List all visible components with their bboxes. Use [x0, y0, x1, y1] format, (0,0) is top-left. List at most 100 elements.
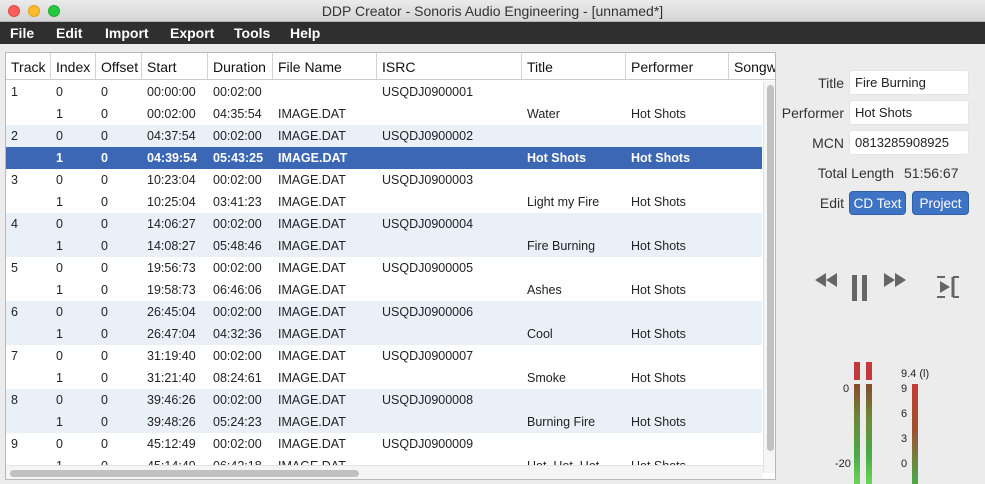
table-row[interactable]: 2 0 0 04:37:54 00:02:00 IMAGE.DAT USQDJ0900002 — [6, 125, 762, 147]
mcn-field[interactable]: 0813285908925 — [849, 130, 969, 155]
cell-index: 0 — [56, 437, 63, 451]
cell-duration: 00:02:00 — [213, 173, 262, 187]
table-row[interactable]: 1 0 00:02:00 04:35:54 IMAGE.DAT Water Hot Shot… — [6, 103, 762, 125]
cell-duration: 00:02:00 — [213, 261, 262, 275]
table-row[interactable]: 3 0 0 10:23:04 00:02:00 IMAGE.DAT USQDJ0900003 — [6, 169, 762, 191]
cell-start: 26:47:04 — [147, 327, 196, 341]
cell-offset: 0 — [101, 415, 108, 429]
cell-isrc: USQDJ0900008 — [382, 393, 474, 407]
edit-label: Edit — [819, 195, 844, 211]
cell-index: 0 — [56, 85, 63, 99]
column-header-index[interactable]: Index — [51, 53, 96, 80]
menu-file[interactable]: File — [10, 25, 34, 41]
table-row[interactable]: 7 0 0 31:19:40 00:02:00 IMAGE.DAT USQDJ0900007 — [6, 345, 762, 367]
left-scale-0: 0 — [843, 383, 850, 395]
table-row[interactable]: 4 0 0 14:06:27 00:02:00 IMAGE.DAT USQDJ0900004 — [6, 213, 762, 235]
column-header-performer[interactable]: Performer — [626, 53, 729, 80]
column-header-file-name[interactable]: File Name — [273, 53, 377, 80]
cell-start: 39:46:26 — [147, 393, 196, 407]
cell-offset: 0 — [101, 393, 108, 407]
cell-start: 04:39:54 — [147, 151, 198, 165]
cell-start: 14:06:27 — [147, 217, 196, 231]
table-row[interactable]: 9 0 0 45:12:49 00:02:00 IMAGE.DAT USQDJ0900009 — [6, 433, 762, 455]
table-row[interactable]: 1 0 10:25:04 03:41:23 IMAGE.DAT Light my Fire… — [6, 191, 762, 213]
table-row[interactable]: 1 0 19:58:73 06:46:06 IMAGE.DAT Ashes Hot Shot… — [6, 279, 762, 301]
table-row[interactable]: 1 0 04:39:54 05:43:25 IMAGE.DAT Hot Shots Hot … — [6, 147, 762, 169]
cell-track: 8 — [11, 393, 18, 407]
cell-start: 31:21:40 — [147, 371, 196, 385]
horizontal-scrollbar[interactable] — [6, 465, 763, 479]
cell-duration: 08:24:61 — [213, 371, 262, 385]
cell-index: 0 — [56, 393, 63, 407]
table-row[interactable]: 1 0 26:47:04 04:32:36 IMAGE.DAT Cool Hot Shots — [6, 323, 762, 345]
cell-duration: 00:02:00 — [213, 393, 262, 407]
vertical-scrollbar[interactable] — [763, 81, 775, 473]
cell-title: Light my Fire — [527, 195, 600, 209]
table-row[interactable]: 6 0 0 26:45:04 00:02:00 IMAGE.DAT USQDJ0900006 — [6, 301, 762, 323]
cell-start: 19:56:73 — [147, 261, 196, 275]
meter-left-clip — [854, 362, 860, 380]
cell-offset: 0 — [101, 129, 108, 143]
menu-export[interactable]: Export — [170, 25, 214, 41]
table-row[interactable]: 5 0 0 19:56:73 00:02:00 IMAGE.DAT USQDJ0900005 — [6, 257, 762, 279]
cell-offset: 0 — [101, 217, 108, 231]
cd-text-button[interactable]: CD Text — [849, 191, 906, 215]
cell-duration: 00:02:00 — [213, 217, 262, 231]
cell-track: 2 — [11, 129, 18, 143]
total-length-label: Total Length — [817, 165, 894, 181]
cell-isrc: USQDJ0900006 — [382, 305, 474, 319]
cell-file: IMAGE.DAT — [278, 195, 346, 209]
title-field[interactable]: Fire Burning — [849, 70, 969, 95]
cell-track: 9 — [11, 437, 18, 451]
column-header-title[interactable]: Title — [522, 53, 626, 80]
cell-file: IMAGE.DAT — [278, 217, 346, 231]
cell-offset: 0 — [101, 173, 108, 187]
cell-index: 0 — [56, 173, 63, 187]
table-row[interactable]: 1 0 14:08:27 05:48:46 IMAGE.DAT Fire Burning H… — [6, 235, 762, 257]
horizontal-scroll-thumb[interactable] — [10, 470, 359, 477]
cell-isrc: USQDJ0900004 — [382, 217, 474, 231]
cell-title: Ashes — [527, 283, 562, 297]
performer-label: Performer — [781, 105, 844, 121]
cell-track: 6 — [11, 305, 18, 319]
column-header-track[interactable]: Track — [6, 53, 51, 80]
cell-index: 0 — [56, 261, 63, 275]
cell-track: 1 — [11, 85, 18, 99]
cell-file: IMAGE.DAT — [278, 393, 346, 407]
window-title: DDP Creator - Sonoris Audio Engineering … — [321, 3, 664, 19]
column-header-duration[interactable]: Duration — [208, 53, 273, 80]
column-header-start[interactable]: Start — [142, 53, 208, 80]
cell-offset: 0 — [101, 85, 108, 99]
cell-offset: 0 — [101, 349, 108, 363]
cell-offset: 0 — [101, 437, 108, 451]
cell-performer: Hot Shots — [631, 195, 686, 209]
skip-to-marker-icon[interactable] — [934, 274, 960, 300]
cell-track: 4 — [11, 217, 18, 231]
cell-index: 1 — [56, 415, 63, 429]
table-row[interactable]: 1 0 39:48:26 05:24:23 IMAGE.DAT Burning Fire H… — [6, 411, 762, 433]
column-header-isrc[interactable]: ISRC — [377, 53, 522, 80]
vertical-scroll-thumb[interactable] — [767, 85, 774, 451]
table-row[interactable]: 8 0 0 39:46:26 00:02:00 IMAGE.DAT USQDJ0900008 — [6, 389, 762, 411]
cell-track: 5 — [11, 261, 18, 275]
table-row[interactable]: 1 0 0 00:00:00 00:02:00 USQDJ0900001 — [6, 81, 762, 103]
pause-icon[interactable] — [851, 275, 869, 301]
project-button[interactable]: Project — [912, 191, 969, 215]
cell-performer: Hot Shots — [631, 415, 686, 429]
rewind-icon[interactable] — [814, 270, 838, 290]
menu-import[interactable]: Import — [105, 25, 149, 41]
table-row[interactable]: 1 0 31:21:40 08:24:61 IMAGE.DAT Smoke Hot Shot… — [6, 367, 762, 389]
column-header-songwriter[interactable]: Songw — [729, 53, 775, 80]
cell-title: Cool — [527, 327, 553, 341]
right-scale-9: 9 — [901, 383, 908, 395]
menu-tools[interactable]: Tools — [234, 25, 270, 41]
menu-edit[interactable]: Edit — [56, 25, 82, 41]
cell-file: IMAGE.DAT — [278, 327, 346, 341]
column-header-offset[interactable]: Offset — [96, 53, 142, 80]
left-scale-minus20: -20 — [835, 458, 851, 470]
performer-field[interactable]: Hot Shots — [849, 100, 969, 125]
menu-help[interactable]: Help — [290, 25, 320, 41]
cell-isrc: USQDJ0900005 — [382, 261, 474, 275]
fast-forward-icon[interactable] — [883, 270, 907, 290]
cell-duration: 00:02:00 — [213, 129, 262, 143]
